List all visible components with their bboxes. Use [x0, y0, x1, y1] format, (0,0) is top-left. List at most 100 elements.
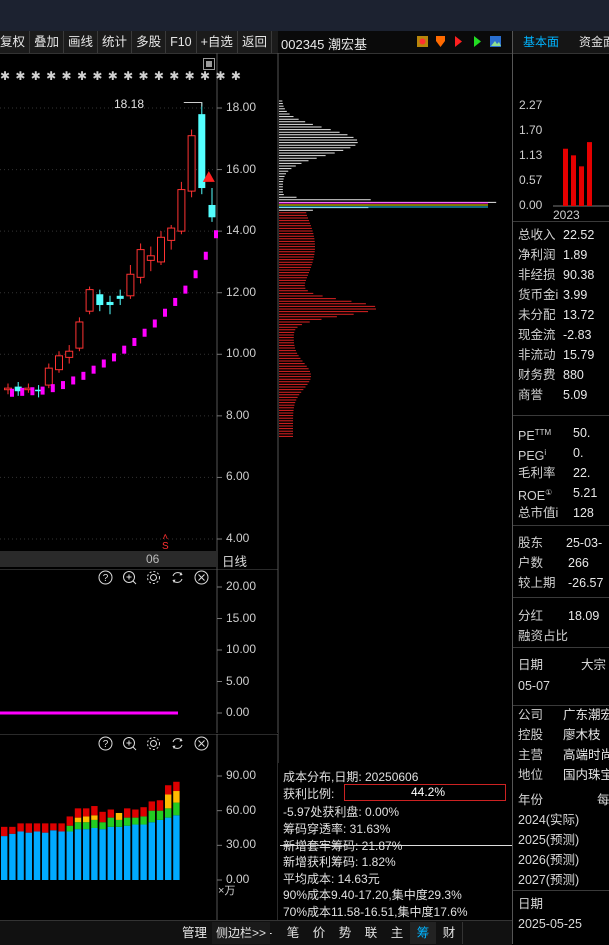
kline-chart[interactable] — [0, 53, 278, 569]
toolbar-back-button[interactable]: 返回 — [238, 31, 272, 53]
toolbar-overlay-button[interactable]: 叠加 — [30, 31, 65, 53]
profit-bar — [587, 142, 592, 206]
company-label: 主营 — [518, 748, 544, 762]
price-axis-label: 4.00 — [226, 531, 250, 545]
ma-dot — [142, 328, 147, 337]
time-axis-label: 06 — [146, 552, 160, 566]
company-label: 控股 — [518, 728, 544, 742]
ma-dot — [40, 386, 45, 395]
volume-chart[interactable] — [0, 734, 278, 920]
chip-tab-0[interactable]: 笔 — [280, 922, 307, 944]
ma-dot — [173, 297, 178, 306]
panel-toggle-icon[interactable] — [203, 58, 215, 70]
chip-tab-2[interactable]: 势 — [332, 922, 359, 944]
valuation-sup: i — [544, 448, 547, 457]
volume-bar — [132, 809, 139, 880]
help-icon[interactable]: ? — [98, 570, 113, 585]
profit-bar — [563, 148, 568, 206]
tab-fundamentals[interactable]: 基本面 — [517, 31, 565, 53]
ma-dot — [214, 230, 218, 239]
volume-bar — [33, 823, 41, 880]
finance-value: 1.89 — [563, 248, 588, 262]
holder-value: 266 — [568, 556, 589, 570]
profit-ratio-value: 44.2% — [411, 785, 446, 799]
holder-label: 股东 — [518, 536, 544, 550]
candle — [65, 345, 74, 364]
volume-bar — [17, 823, 24, 880]
sidebar-toggle-button[interactable]: 侧边栏>> — [212, 922, 271, 944]
toolbar-draw-button[interactable]: 画线 — [64, 31, 99, 53]
shield-icon[interactable] — [434, 35, 447, 48]
valuation-value: 5.21 — [573, 486, 598, 500]
chip-tab-3[interactable]: 联 — [358, 922, 385, 944]
picture-icon[interactable] — [489, 35, 502, 48]
close-icon[interactable] — [194, 570, 209, 585]
chip-line-6: 70%成本11.58-16.51,集中度17.6% — [283, 905, 468, 919]
valuation-label: PEG — [518, 449, 545, 464]
ma-dot — [91, 365, 96, 374]
refresh-icon[interactable] — [170, 570, 185, 585]
finance-row: 财务费 880 — [518, 365, 609, 385]
finance-label: 非流动 — [518, 348, 556, 362]
gear-icon[interactable] — [146, 570, 161, 585]
finance-row: 总收入 22.52 — [518, 225, 609, 245]
toolbar-add-watchlist-button[interactable]: +自选 — [197, 31, 238, 53]
volume-bar — [66, 816, 73, 880]
profit-axis-label: 0.00 — [519, 198, 543, 212]
volume-bar — [115, 812, 123, 880]
toolbar-fuquan-button[interactable]: 复权 — [0, 31, 31, 53]
profit-axis-label: 2.27 — [519, 98, 543, 112]
ma-dot — [112, 353, 116, 362]
chip-tab-6[interactable]: 财 — [436, 922, 463, 944]
period-label[interactable]: 日线 — [222, 551, 247, 570]
candle — [106, 295, 114, 315]
ma-dot — [20, 387, 25, 396]
svg-text:?: ? — [103, 573, 109, 584]
finance-label: 商誉 — [518, 388, 544, 402]
toolbar-stats-button[interactable]: 统计 — [98, 31, 133, 53]
flag-icon[interactable] — [416, 35, 429, 48]
profit-chart-year: 2023 — [553, 208, 580, 222]
help-icon[interactable]: ? — [98, 736, 113, 751]
holder-value: -26.57 — [568, 576, 604, 590]
ma-dot — [183, 285, 188, 294]
finance-value: 13.72 — [563, 308, 595, 322]
finance-value: 5.09 — [563, 388, 588, 402]
valuation-value: 22. — [573, 466, 591, 480]
finance-label: 未分配 — [518, 308, 556, 322]
zoom-icon[interactable] — [122, 570, 137, 585]
company-row: 控股 廖木枝 — [518, 725, 609, 745]
date-label-2: 日期 — [518, 897, 544, 911]
holder-label: 户数 — [518, 556, 544, 570]
chip-tab-1[interactable]: 价 — [306, 922, 333, 944]
valuation-value: 0. — [573, 446, 584, 460]
tab-capital[interactable]: 资金面 — [573, 31, 609, 53]
manage-button[interactable]: 管理 — [182, 923, 207, 943]
refresh-icon[interactable] — [170, 736, 185, 751]
volume-axis-label: 90.00 — [226, 768, 257, 782]
price-axis-label: 10.00 — [226, 346, 257, 361]
ma-dot — [193, 270, 198, 279]
volume-bar — [42, 823, 49, 880]
profit-axis-label: 1.70 — [519, 123, 543, 138]
zoom-icon[interactable] — [122, 736, 137, 751]
chip-distribution-chart[interactable] — [278, 53, 512, 763]
section-divider — [513, 597, 609, 598]
chip-tab-4[interactable]: 主 — [384, 922, 411, 944]
chip-tab-5[interactable]: 筹 — [410, 922, 437, 944]
volume-bar — [91, 806, 98, 880]
toolbar-multi-stock-button[interactable]: 多股 — [132, 31, 167, 53]
toolbar-f10-button[interactable]: F10 — [166, 31, 197, 53]
close-icon[interactable] — [194, 736, 209, 751]
price-axis-label: 14.00 — [226, 223, 257, 238]
holder-label: 较上期 — [518, 576, 556, 590]
profit-axis-label: 0.57 — [519, 172, 543, 187]
time-axis-bar — [0, 551, 217, 567]
profit-bar — [579, 166, 584, 206]
marker-icon[interactable] — [452, 35, 465, 48]
price-axis-label: 12.00 — [226, 284, 257, 299]
dividend-value: 18.09 — [568, 609, 600, 623]
forecast-year: 2026(预测) — [518, 853, 580, 867]
gear-icon[interactable] — [146, 736, 161, 751]
leaf-icon[interactable] — [471, 35, 484, 48]
